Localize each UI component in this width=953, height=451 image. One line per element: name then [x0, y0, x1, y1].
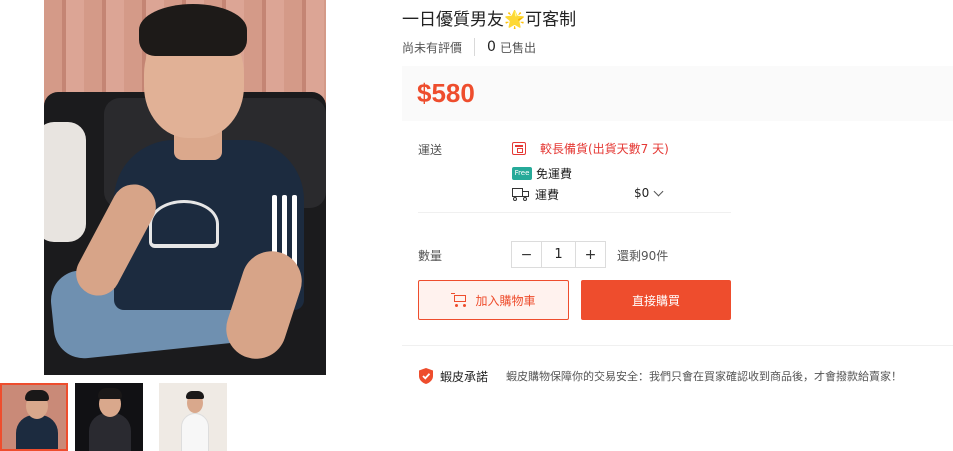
shipping-fee-row: 運費	[512, 186, 559, 203]
photo-side-person	[44, 122, 86, 242]
thumbnail-3[interactable]	[159, 383, 227, 451]
product-price: $580	[417, 78, 475, 108]
buy-now-label: 直接購買	[631, 293, 680, 308]
add-to-cart-icon	[451, 293, 467, 307]
main-product-image[interactable]	[44, 0, 326, 375]
product-title: 一日優質男友🌟可客制	[402, 5, 576, 30]
buy-now-button[interactable]: 直接購買	[581, 280, 731, 320]
sold-label: 已售出	[499, 40, 536, 55]
shield-icon	[418, 367, 434, 385]
thumbnail-hair	[98, 388, 122, 399]
chevron-down-icon	[653, 186, 664, 196]
photo-shirt-logo	[149, 200, 219, 248]
cart-wheel	[463, 304, 467, 307]
shipping-fee-value: $0	[634, 186, 650, 200]
free-shipping-label: 免運費	[536, 167, 573, 181]
star-emoji: 🌟	[504, 10, 526, 30]
divider	[418, 212, 731, 213]
cart-basket	[454, 295, 467, 302]
product-title-text: 一日優質男友	[402, 10, 504, 30]
truck-wheel	[523, 197, 527, 201]
rating-divider	[474, 38, 476, 56]
thumbnail-figure	[89, 413, 131, 451]
thumbnail-2[interactable]	[75, 383, 143, 451]
sold-count: 0	[487, 39, 496, 55]
shipping-fee-label: 運費	[535, 188, 560, 202]
preorder-text: 較長備貨(出貨天數7 天)	[540, 142, 669, 156]
thumbnail-figure	[16, 415, 58, 449]
stock-remaining: 還剩90件	[617, 249, 669, 263]
quantity-label: 數量	[418, 249, 443, 263]
calendar-icon	[512, 142, 526, 155]
truck-wheel	[513, 197, 517, 201]
divider	[402, 345, 953, 346]
thumbnail-1[interactable]	[0, 383, 68, 451]
product-title-suffix: 可客制	[525, 10, 577, 30]
quantity-plus-button[interactable]: +	[575, 242, 605, 267]
free-shipping-icon: Free	[512, 167, 532, 180]
price-section: $580	[402, 66, 953, 121]
add-to-cart-button[interactable]: 加入購物車	[418, 280, 569, 320]
add-to-cart-label: 加入購物車	[475, 293, 536, 308]
photo-hair	[139, 4, 247, 56]
no-rating-label[interactable]: 尚未有評價	[402, 39, 462, 56]
truck-box	[512, 188, 523, 197]
guarantee-text: 蝦皮購物保障你的交易安全：我們只會在買家確認收到商品後，才會撥款給賣家！	[506, 370, 903, 383]
thumbnail-hair	[25, 390, 49, 401]
quantity-minus-button[interactable]: −	[512, 242, 542, 267]
quantity-stepper: − +	[511, 241, 606, 268]
shipping-label: 運送	[418, 143, 443, 157]
thumbnail-hair	[186, 391, 204, 399]
rating-row: 尚未有評價 0 已售出	[402, 38, 536, 56]
shipping-fee-dropdown[interactable]: $0	[634, 186, 670, 200]
shopee-guarantee: 蝦皮承諾 蝦皮購物保障你的交易安全：我們只會在買家確認收到商品後，才會撥款給賣家…	[418, 367, 902, 385]
thumbnail-figure	[181, 413, 209, 451]
guarantee-title: 蝦皮承諾	[440, 369, 489, 384]
quantity-input[interactable]	[542, 242, 575, 267]
free-shipping-info: Free 免運費	[512, 165, 572, 182]
preorder-info: 較長備貨(出貨天數7 天)	[512, 140, 669, 157]
cart-wheel	[455, 304, 459, 307]
truck-icon	[512, 188, 530, 201]
